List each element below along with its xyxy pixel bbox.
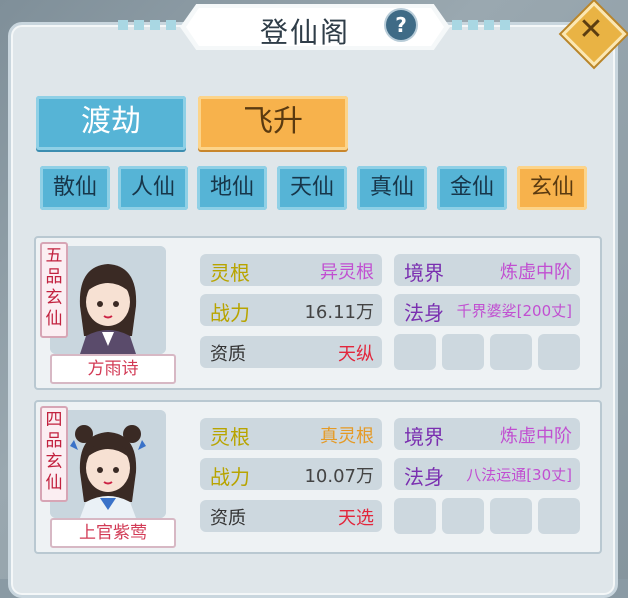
rank-badge: 五品玄仙	[40, 242, 68, 338]
aptitude-field: 资质 天纵	[200, 336, 382, 368]
power-field: 战力 10.07万	[200, 458, 382, 490]
power-field: 战力 16.11万	[200, 294, 382, 326]
equipment-slot[interactable]	[442, 334, 484, 370]
tab-feisheng[interactable]: 飞升	[198, 96, 348, 150]
aptitude-field: 资质 天选	[200, 500, 382, 532]
rank-tab-xuanxian[interactable]: 玄仙	[517, 166, 587, 210]
character-card[interactable]: 五品玄仙 方雨诗 灵根 异灵根 境界 炼虚中阶 战力 16.11万 法身 千界婆…	[34, 236, 602, 390]
character-name: 上官紫莺	[50, 518, 176, 548]
equipment-slot[interactable]	[442, 498, 484, 534]
rank-tab-tianxian[interactable]: 天仙	[277, 166, 347, 210]
character-name: 方雨诗	[50, 354, 176, 384]
rank-tab-zhenxian[interactable]: 真仙	[357, 166, 427, 210]
page-title: 登仙阁	[259, 16, 350, 49]
rank-tab-jinxian[interactable]: 金仙	[437, 166, 507, 210]
rank-tab-dixian[interactable]: 地仙	[197, 166, 267, 210]
equipment-slot[interactable]	[394, 334, 436, 370]
dharma-body-field: 法身 千界婆娑[200丈]	[394, 294, 580, 326]
equipment-slot[interactable]	[538, 334, 580, 370]
spirit-root-field: 灵根 异灵根	[200, 254, 382, 286]
dharma-body-field: 法身 八法运通[30丈]	[394, 458, 580, 490]
equipment-slot[interactable]	[490, 334, 532, 370]
rank-badge: 四品玄仙	[40, 406, 68, 502]
decor-right	[452, 20, 512, 30]
equipment-slot[interactable]	[538, 498, 580, 534]
help-icon[interactable]: ?	[386, 10, 416, 40]
realm-field: 境界 炼虚中阶	[394, 418, 580, 450]
rank-tab-sanxian[interactable]: 散仙	[40, 166, 110, 210]
decor-left	[118, 20, 178, 30]
tab-dujie[interactable]: 渡劫	[36, 96, 186, 150]
close-button[interactable]: ✕	[561, 1, 627, 67]
character-card[interactable]: 四品玄仙 上官紫莺 灵根 真灵根 境界 炼虚中阶 战力 10.07万 法身 八法…	[34, 400, 602, 554]
spirit-root-field: 灵根 真灵根	[200, 418, 382, 450]
equipment-slot[interactable]	[490, 498, 532, 534]
equipment-slot[interactable]	[394, 498, 436, 534]
realm-field: 境界 炼虚中阶	[394, 254, 580, 286]
rank-tab-renxian[interactable]: 人仙	[118, 166, 188, 210]
